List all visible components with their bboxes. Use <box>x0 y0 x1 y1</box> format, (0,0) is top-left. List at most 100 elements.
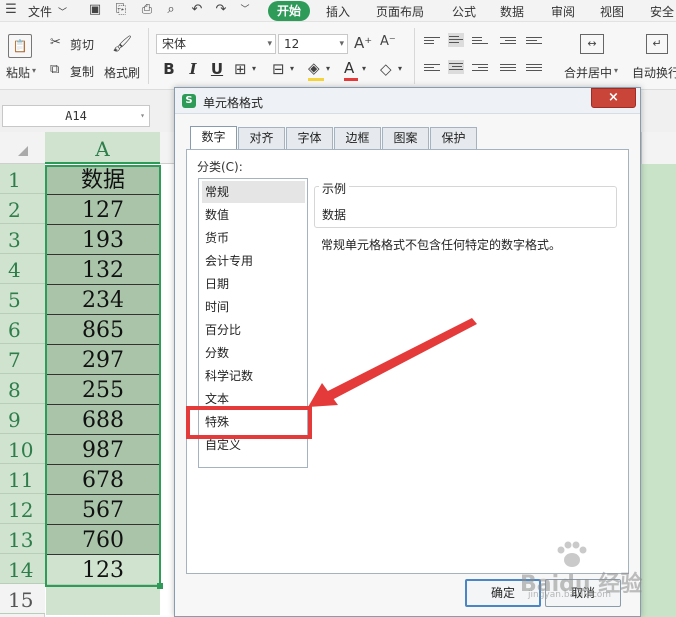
tab-page-layout[interactable]: 页面布局 <box>376 3 424 20</box>
cell-a8[interactable]: 255 <box>46 375 160 405</box>
undo-icon[interactable]: ↶ <box>190 3 204 17</box>
chevron-down-icon[interactable]: ▾ <box>614 66 618 75</box>
cut-button[interactable]: 剪切 <box>70 36 94 53</box>
row-header[interactable]: 12 <box>0 494 45 524</box>
decrease-indent-icon[interactable] <box>500 35 516 49</box>
font-size-select[interactable]: 12 ▾ <box>278 34 348 54</box>
merge-center-button[interactable]: 合并居中 <box>564 64 612 81</box>
chevron-down-icon[interactable]: ▾ <box>290 64 294 73</box>
dialog-title-bar[interactable]: S 单元格格式 × <box>175 88 640 114</box>
row-header[interactable]: 6 <box>0 314 45 344</box>
row-header[interactable]: 15 <box>0 584 45 614</box>
category-fraction[interactable]: 分数 <box>202 342 305 364</box>
align-center-icon[interactable] <box>448 60 464 74</box>
cell-a4[interactable]: 132 <box>46 255 160 285</box>
tab-review[interactable]: 审阅 <box>551 3 575 20</box>
format-painter-button[interactable]: 格式刷 <box>104 64 140 81</box>
save-icon[interactable]: ▣ <box>88 3 102 17</box>
cell-a10[interactable]: 987 <box>46 435 160 465</box>
copy-icon[interactable]: ⧉ <box>50 62 59 77</box>
category-date[interactable]: 日期 <box>202 273 305 295</box>
font-name-select[interactable]: 宋体 ▾ <box>156 34 276 54</box>
distributed-icon[interactable] <box>526 62 542 76</box>
cell-a7[interactable]: 297 <box>46 345 160 375</box>
fill-handle[interactable] <box>157 583 163 589</box>
chevron-down-icon[interactable]: ▾ <box>326 64 330 73</box>
column-header-a[interactable]: A <box>45 132 160 164</box>
tab-border[interactable]: 边框 <box>334 127 381 149</box>
category-general[interactable]: 常规 <box>202 181 305 203</box>
category-scientific[interactable]: 科学记数 <box>202 365 305 387</box>
row-header[interactable]: 10 <box>0 434 45 464</box>
row-header[interactable]: 14 <box>0 554 45 584</box>
copy-button[interactable]: 复制 <box>70 63 94 80</box>
wrap-text-icon[interactable]: ↵ <box>646 34 668 54</box>
row-header[interactable]: 5 <box>0 284 45 314</box>
format-painter-icon[interactable]: 🖌 <box>112 34 132 56</box>
tab-alignment[interactable]: 对齐 <box>238 127 285 149</box>
cell-a9[interactable]: 688 <box>46 405 160 435</box>
underline-button[interactable]: U <box>208 60 226 78</box>
close-button[interactable]: × <box>591 88 636 108</box>
category-accounting[interactable]: 会计专用 <box>202 250 305 272</box>
column-header-b[interactable] <box>641 132 676 164</box>
tab-formulas[interactable]: 公式 <box>452 3 476 20</box>
tab-protection[interactable]: 保护 <box>430 127 477 149</box>
chevron-down-icon[interactable]: ▾ <box>32 66 36 75</box>
italic-button[interactable]: I <box>184 60 202 78</box>
row-header[interactable]: 4 <box>0 254 45 284</box>
cell-a13[interactable]: 760 <box>46 525 160 555</box>
tab-data[interactable]: 数据 <box>500 3 524 20</box>
wrap-text-button[interactable]: 自动换行 <box>632 64 676 81</box>
cell-style-icon[interactable]: ⊟ <box>272 60 285 78</box>
row-header[interactable]: 7 <box>0 344 45 374</box>
redo-icon[interactable]: ↷ <box>214 3 228 17</box>
row-header[interactable]: 3 <box>0 224 45 254</box>
cell-a2[interactable]: 127 <box>46 195 160 225</box>
increase-indent-icon[interactable] <box>526 35 542 49</box>
chevron-down-icon[interactable]: ▾ <box>362 64 366 73</box>
chevron-down-icon[interactable]: ﹀ <box>238 3 252 17</box>
fill-color-icon[interactable]: ◈ <box>308 59 320 77</box>
print-preview-icon[interactable]: ⌕ <box>164 3 178 17</box>
cell-a14[interactable]: 123 <box>46 555 160 585</box>
cell-a1[interactable]: 数据 <box>46 165 160 195</box>
cell-a5[interactable]: 234 <box>46 285 160 315</box>
row-header[interactable]: 1 <box>0 164 45 194</box>
cell-a15[interactable] <box>46 585 160 615</box>
name-box[interactable]: A14 ▾ <box>2 105 150 127</box>
bold-button[interactable]: B <box>160 60 178 78</box>
tab-number[interactable]: 数字 <box>190 126 237 150</box>
align-top-icon[interactable] <box>424 35 440 49</box>
category-time[interactable]: 时间 <box>202 296 305 318</box>
row-header[interactable]: 13 <box>0 524 45 554</box>
row-header[interactable]: 9 <box>0 404 45 434</box>
chevron-down-icon[interactable]: ▾ <box>252 64 256 73</box>
scissors-icon[interactable]: ✂ <box>50 35 61 50</box>
row-header[interactable]: 11 <box>0 464 45 494</box>
cell-a12[interactable]: 567 <box>46 495 160 525</box>
cell-a6[interactable]: 865 <box>46 315 160 345</box>
cell-a3[interactable]: 193 <box>46 225 160 255</box>
tab-view[interactable]: 视图 <box>600 3 624 20</box>
align-left-icon[interactable] <box>424 62 440 76</box>
chevron-down-icon[interactable]: ▾ <box>398 64 402 73</box>
tab-security[interactable]: 安全 <box>650 3 674 20</box>
tab-home[interactable]: 开始 <box>268 1 310 21</box>
menu-icon[interactable]: ☰ <box>4 3 18 17</box>
border-icon[interactable]: ⊞ <box>234 60 247 78</box>
category-currency[interactable]: 货币 <box>202 227 305 249</box>
menu-file[interactable]: 文件 <box>28 3 52 20</box>
align-bottom-icon[interactable] <box>472 35 488 49</box>
align-right-icon[interactable] <box>472 62 488 76</box>
category-number[interactable]: 数值 <box>202 204 305 226</box>
font-color-icon[interactable]: A <box>344 59 354 77</box>
row-header[interactable]: 2 <box>0 194 45 224</box>
print-icon[interactable]: ⎙ <box>140 3 154 17</box>
tab-font[interactable]: 字体 <box>286 127 333 149</box>
select-all-icon[interactable] <box>18 146 28 156</box>
decrease-font-icon[interactable]: A⁻ <box>380 34 396 49</box>
paste-button[interactable]: 粘贴 <box>6 64 30 81</box>
justify-icon[interactable] <box>500 62 516 76</box>
cell-a11[interactable]: 678 <box>46 465 160 495</box>
